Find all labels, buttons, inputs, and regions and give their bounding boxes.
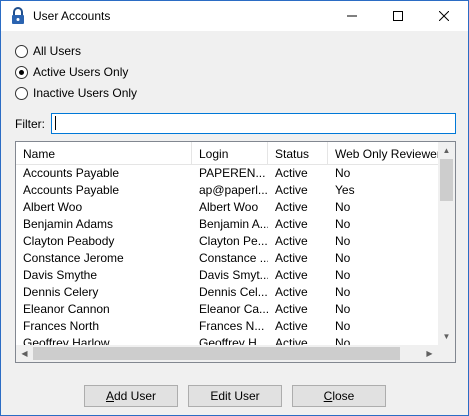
table-row[interactable]: Benjamin Adams Benjamin A... Active No bbox=[16, 216, 438, 233]
cell-status: Active bbox=[275, 251, 308, 265]
cell-login: PAPEREN... bbox=[199, 166, 266, 180]
cell-name: Frances North bbox=[23, 319, 100, 333]
radio-label: Inactive Users Only bbox=[33, 86, 138, 100]
cell-name: Eleanor Cannon bbox=[23, 302, 110, 316]
cell-web-only-reviewer: No bbox=[335, 319, 351, 333]
window-title: User Accounts bbox=[33, 9, 111, 23]
table-row[interactable]: Clayton Peabody Clayton Pe... Active No bbox=[16, 233, 438, 250]
close-window-button[interactable] bbox=[421, 1, 467, 31]
cell-status: Active bbox=[275, 183, 308, 197]
vertical-scrollbar[interactable]: ▲ ▼ bbox=[438, 142, 455, 345]
radio-button[interactable] bbox=[15, 44, 28, 58]
table-row[interactable]: Dennis Celery Dennis Cel... Active No bbox=[16, 284, 438, 301]
cell-web-only-reviewer: No bbox=[335, 217, 351, 231]
close-icon bbox=[439, 11, 449, 21]
cell-web-only-reviewer: No bbox=[335, 268, 351, 282]
table-row[interactable]: Albert Woo Albert Woo Active No bbox=[16, 199, 438, 216]
table-row[interactable]: Eleanor Cannon Eleanor Ca... Active No bbox=[16, 301, 438, 318]
maximize-icon bbox=[393, 11, 403, 21]
cell-login: Benjamin A... bbox=[199, 217, 268, 231]
cell-web-only-reviewer: No bbox=[335, 285, 351, 299]
scrollbar-corner bbox=[438, 345, 455, 362]
filter-label: Filter: bbox=[15, 117, 45, 131]
cell-login: Davis Smyt... bbox=[199, 268, 268, 282]
radio-button[interactable] bbox=[15, 86, 28, 100]
table-row[interactable]: Accounts Payable PAPEREN... Active No bbox=[16, 165, 438, 182]
cell-status: Active bbox=[275, 217, 308, 231]
cell-status: Active bbox=[275, 302, 308, 316]
column-header-status[interactable]: Status bbox=[268, 142, 328, 165]
button-label: dd User bbox=[113, 389, 157, 403]
minimize-button[interactable] bbox=[329, 1, 375, 31]
cell-name: Constance Jerome bbox=[23, 251, 124, 265]
close-button[interactable]: Close bbox=[292, 385, 386, 407]
cell-name: Accounts Payable bbox=[23, 183, 120, 197]
scroll-down-icon[interactable]: ▼ bbox=[438, 328, 455, 345]
cell-name: Benjamin Adams bbox=[23, 217, 114, 231]
filter-input[interactable] bbox=[51, 113, 456, 134]
cell-name: Clayton Peabody bbox=[23, 234, 115, 248]
radio-active-users-only[interactable]: Active Users Only bbox=[15, 64, 128, 80]
lock-icon bbox=[12, 7, 24, 24]
button-mnemonic: C bbox=[323, 389, 333, 403]
cell-status: Active bbox=[275, 166, 308, 180]
list-header: Name Login Status Web Only Reviewer bbox=[16, 142, 438, 165]
cell-status: Active bbox=[275, 285, 308, 299]
cell-status: Active bbox=[275, 268, 308, 282]
maximize-button[interactable] bbox=[375, 1, 421, 31]
cell-status: Active bbox=[275, 234, 308, 248]
cell-login: Constance ... bbox=[199, 251, 268, 265]
cell-login: ap@paperl... bbox=[199, 183, 268, 197]
list-rows: Accounts Payable PAPEREN... Active No Accoun… bbox=[16, 165, 438, 352]
scroll-left-icon[interactable]: ◀ bbox=[16, 345, 33, 362]
button-mnemonic: A bbox=[105, 389, 114, 403]
cell-login: Frances N... bbox=[199, 319, 265, 333]
radio-all-users[interactable]: All Users bbox=[15, 43, 81, 59]
cell-name: Davis Smythe bbox=[23, 268, 98, 282]
cell-web-only-reviewer: No bbox=[335, 200, 351, 214]
column-header-web-only-reviewer[interactable]: Web Only Reviewer bbox=[328, 142, 438, 165]
user-accounts-window: User Accounts All Users Active Users Onl… bbox=[0, 0, 469, 416]
button-label: Edit User bbox=[210, 389, 260, 403]
edit-user-button[interactable]: Edit User bbox=[188, 385, 282, 407]
column-header-name[interactable]: Name bbox=[16, 142, 192, 165]
radio-button-checked[interactable] bbox=[15, 65, 28, 79]
cell-status: Active bbox=[275, 200, 308, 214]
cell-login: Eleanor Ca... bbox=[199, 302, 268, 316]
radio-label: All Users bbox=[33, 44, 82, 58]
users-list[interactable]: Name Login Status Web Only Reviewer Acco… bbox=[15, 141, 456, 363]
cell-status: Active bbox=[275, 319, 308, 333]
button-label: lose bbox=[332, 389, 355, 403]
cell-web-only-reviewer: No bbox=[335, 302, 351, 316]
minimize-icon bbox=[347, 15, 357, 17]
cell-name: Albert Woo bbox=[23, 200, 83, 214]
table-row[interactable]: Constance Jerome Constance ... Active No bbox=[16, 250, 438, 267]
cell-login: Clayton Pe... bbox=[199, 234, 268, 248]
cell-web-only-reviewer: No bbox=[335, 234, 351, 248]
cell-name: Accounts Payable bbox=[23, 166, 120, 180]
table-row[interactable]: Davis Smythe Davis Smyt... Active No bbox=[16, 267, 438, 284]
cell-login: Dennis Cel... bbox=[199, 285, 268, 299]
radio-label: Active Users Only bbox=[33, 65, 129, 79]
scroll-up-icon[interactable]: ▲ bbox=[438, 142, 455, 159]
column-header-login[interactable]: Login bbox=[192, 142, 268, 165]
add-user-button[interactable]: Add User bbox=[84, 385, 178, 407]
cell-name: Dennis Celery bbox=[23, 285, 99, 299]
table-row[interactable]: Accounts Payable ap@paperl... Active Yes bbox=[16, 182, 438, 199]
scroll-right-icon[interactable]: ▶ bbox=[421, 345, 438, 362]
vertical-scroll-thumb[interactable] bbox=[440, 159, 453, 201]
radio-inactive-users-only[interactable]: Inactive Users Only bbox=[15, 85, 137, 101]
horizontal-scroll-thumb[interactable] bbox=[33, 347, 400, 360]
cell-web-only-reviewer: No bbox=[335, 251, 351, 265]
cell-web-only-reviewer: Yes bbox=[335, 183, 355, 197]
title-bar[interactable]: User Accounts bbox=[1, 1, 468, 31]
cell-web-only-reviewer: No bbox=[335, 166, 351, 180]
table-row[interactable]: Frances North Frances N... Active No bbox=[16, 318, 438, 335]
horizontal-scrollbar[interactable]: ◀ ▶ bbox=[16, 345, 438, 362]
cell-login: Albert Woo bbox=[199, 200, 259, 214]
text-caret bbox=[55, 116, 56, 130]
